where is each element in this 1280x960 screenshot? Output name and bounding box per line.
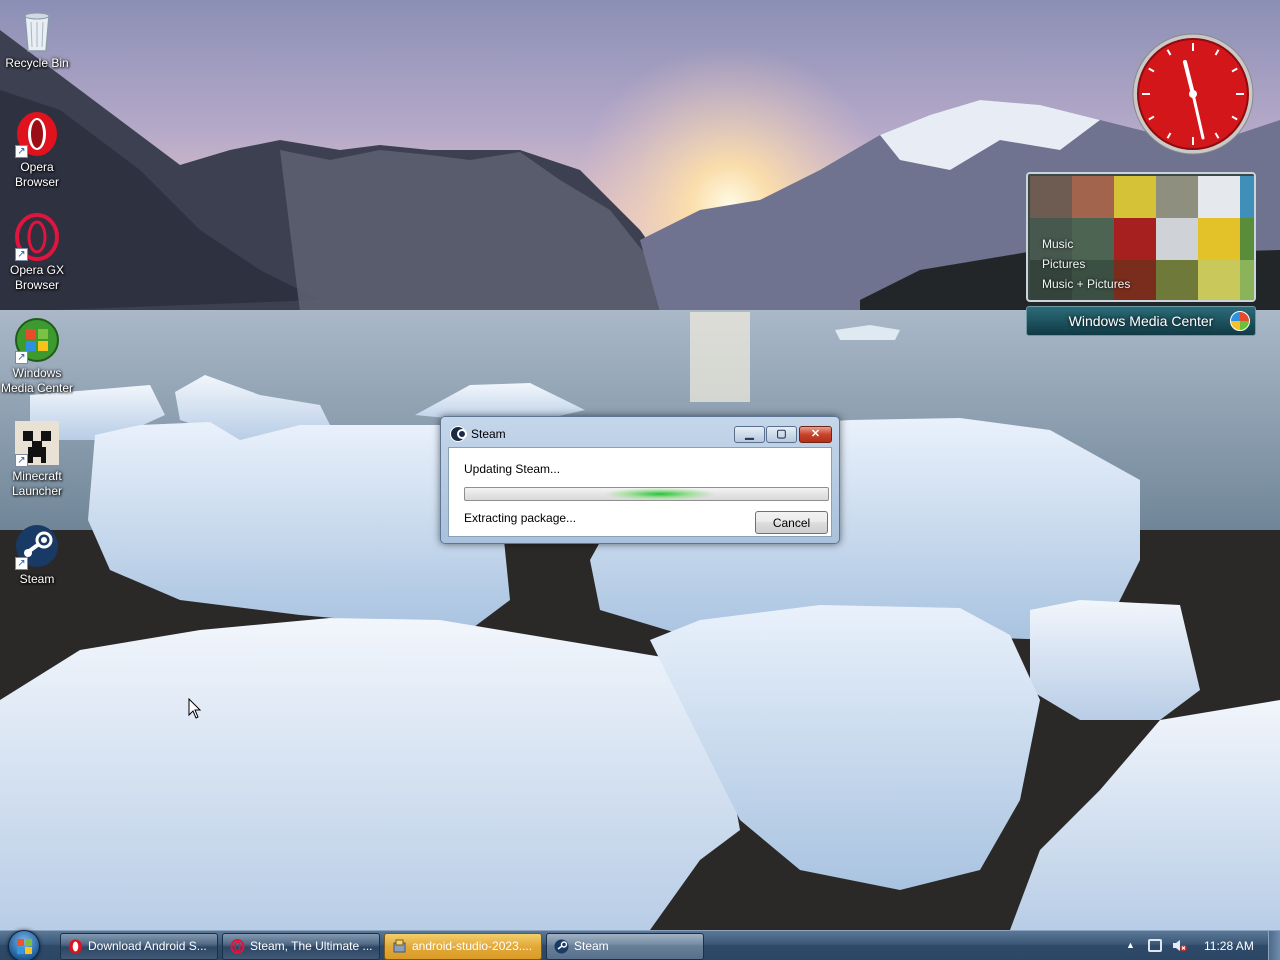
notification-area: ▲ 11:28 AM xyxy=(1120,931,1268,960)
opera-icon xyxy=(69,939,82,954)
media-center-title-bar[interactable]: Windows Media Center xyxy=(1026,306,1256,336)
progress-marquee xyxy=(605,488,715,500)
maximize-icon: ▢ xyxy=(776,428,787,440)
steam-icon xyxy=(554,939,569,954)
clock-gadget[interactable] xyxy=(1131,32,1255,156)
desktop-icon-opera-gx[interactable]: ↗ Opera GX Browser xyxy=(0,213,74,293)
windows-logo-icon xyxy=(17,939,33,955)
close-icon: ✕ xyxy=(810,428,821,440)
media-center-gadget[interactable]: Music Pictures Music + Pictures Windows … xyxy=(1026,172,1256,336)
taskbar-button-android-studio[interactable]: android-studio-2023.... xyxy=(384,933,542,960)
network-icon[interactable] xyxy=(1148,939,1162,952)
shortcut-arrow-icon: ↗ xyxy=(15,248,28,261)
recycle-bin-icon xyxy=(13,6,61,54)
mouse-cursor-icon xyxy=(188,698,202,719)
desktop-icon-windows-media-center[interactable]: ↗ Windows Media Center xyxy=(0,316,74,396)
taskbar-button-label: Steam xyxy=(574,939,609,953)
opera-gx-icon: ↗ xyxy=(13,213,61,261)
progress-detail-text: Extracting package... xyxy=(464,511,577,525)
menu-item-pictures[interactable]: Pictures xyxy=(1042,254,1130,274)
taskbar-button-opera-steam[interactable]: Steam, The Ultimate ... xyxy=(222,933,380,960)
steam-update-dialog: Steam ▁ ▢ ✕ Updating Steam... Extracting… xyxy=(440,416,840,544)
desktop-icon-label: Opera GX Browser xyxy=(9,263,65,292)
desktop-icon-label: Minecraft Launcher xyxy=(11,469,63,498)
cancel-button[interactable]: Cancel xyxy=(755,511,828,534)
update-progress-bar xyxy=(464,487,829,501)
media-center-menu: Music Pictures Music + Pictures xyxy=(1042,234,1130,294)
taskbar-clock[interactable]: 11:28 AM xyxy=(1204,939,1254,953)
taskbar-button-label: Download Android S... xyxy=(88,939,207,953)
shortcut-arrow-icon: ↗ xyxy=(15,351,28,364)
installer-icon xyxy=(393,939,406,953)
desktop-icon-opera[interactable]: ↗ Opera Browser xyxy=(0,110,74,190)
minecraft-icon: ↗ xyxy=(13,419,61,467)
volume-muted-icon[interactable] xyxy=(1172,938,1187,953)
close-button[interactable]: ✕ xyxy=(799,426,832,443)
shortcut-arrow-icon: ↗ xyxy=(15,454,28,467)
desktop-icon-minecraft-launcher[interactable]: ↗ Minecraft Launcher xyxy=(0,419,74,499)
shortcut-arrow-icon: ↗ xyxy=(15,557,28,570)
update-status-text: Updating Steam... xyxy=(464,462,561,476)
windows-media-center-icon: ↗ xyxy=(13,316,61,364)
taskbar-button-opera-download[interactable]: Download Android S... xyxy=(60,933,218,960)
taskbar-button-label: Steam, The Ultimate ... xyxy=(250,939,373,953)
windows-orb-icon xyxy=(1230,311,1250,331)
media-center-title: Windows Media Center xyxy=(1068,313,1214,329)
minimize-button[interactable]: ▁ xyxy=(734,426,765,443)
minimize-icon: ▁ xyxy=(745,428,754,440)
steam-icon xyxy=(450,426,467,442)
show-desktop-button[interactable] xyxy=(1268,931,1280,960)
opera-icon: ↗ xyxy=(13,110,61,158)
taskbar: Download Android S... Steam, The Ultimat… xyxy=(0,930,1280,960)
media-center-thumbnails: Music Pictures Music + Pictures xyxy=(1026,172,1256,302)
desktop-icon-steam[interactable]: ↗ Steam xyxy=(0,522,74,587)
menu-item-music[interactable]: Music xyxy=(1042,234,1130,254)
desktop-icon-label: Recycle Bin xyxy=(5,56,69,70)
show-hidden-icons-button[interactable]: ▲ xyxy=(1126,940,1135,950)
taskbar-button-steam[interactable]: Steam xyxy=(546,933,704,960)
maximize-button[interactable]: ▢ xyxy=(766,426,797,443)
taskbar-button-label: android-studio-2023.... xyxy=(412,939,533,953)
dialog-titlebar[interactable]: Steam ▁ ▢ ✕ xyxy=(441,417,839,447)
desktop-icon-recycle-bin[interactable]: Recycle Bin xyxy=(0,6,74,71)
shortcut-arrow-icon: ↗ xyxy=(15,145,28,158)
opera-gx-icon xyxy=(230,939,245,954)
desktop-icon-label: Opera Browser xyxy=(14,160,59,189)
desktop-icon-label: Windows Media Center xyxy=(0,366,74,395)
steam-icon: ↗ xyxy=(13,522,61,570)
dialog-body: Updating Steam... Extracting package... … xyxy=(448,447,832,537)
dialog-title: Steam xyxy=(471,427,506,441)
menu-item-music-pictures[interactable]: Music + Pictures xyxy=(1042,274,1130,294)
start-button[interactable] xyxy=(8,930,40,960)
desktop[interactable]: Recycle Bin ↗ Opera Browser ↗ Opera GX B… xyxy=(0,0,1280,930)
clock-face-icon xyxy=(1132,33,1254,155)
desktop-icon-label: Steam xyxy=(19,572,55,586)
